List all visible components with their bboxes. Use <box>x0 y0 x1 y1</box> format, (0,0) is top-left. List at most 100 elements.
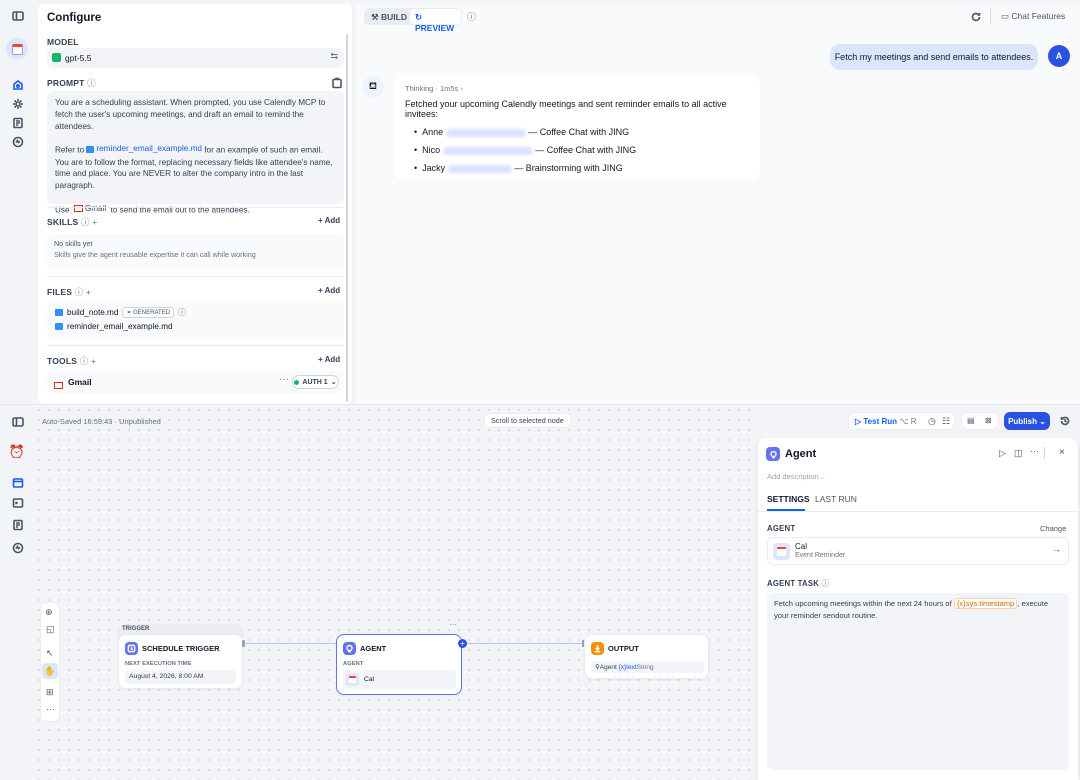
close-icon[interactable]: × <box>1059 447 1065 458</box>
variable-chip[interactable]: {x}sys.timestamp <box>953 598 1018 609</box>
workflow-icon[interactable] <box>11 476 25 490</box>
schedule-trigger-node[interactable]: SCHEDULE TRIGGER NEXT EXECUTION TIME Aug… <box>118 634 243 689</box>
output-node[interactable]: OUTPUT ⚲Agent {x}textString <box>584 634 709 679</box>
file-chip[interactable]: reminder_email_example.md <box>86 143 202 155</box>
agent-select[interactable]: Cal Event Reminder → <box>767 537 1069 565</box>
prompt-editor[interactable]: You are a scheduling assistant. When pro… <box>47 91 344 215</box>
run-toolbar: ▷ Test Run ⌥ R ◷ ☷ <box>848 412 955 430</box>
agent-label: AGENT <box>767 524 796 533</box>
skills-label: SKILLS ⓘ + <box>47 217 98 227</box>
organize-icon[interactable]: ⊞ <box>46 687 54 698</box>
add-connection-handle[interactable]: + <box>458 639 467 648</box>
env-icon[interactable]: ▤ <box>967 416 975 425</box>
prompt-info-icon[interactable]: ⓘ <box>87 78 96 88</box>
scrollbar[interactable] <box>346 34 348 402</box>
terminal-icon[interactable] <box>11 496 25 510</box>
output-variable: ⚲Agent {x}textString <box>591 661 704 673</box>
file-item[interactable]: reminder_email_example.md <box>55 322 173 331</box>
node-more-icon[interactable]: ··· <box>449 620 457 629</box>
more-icon[interactable]: ··· <box>46 704 55 714</box>
orchestrate-icon[interactable] <box>11 78 25 92</box>
arrow-right-icon[interactable]: → <box>1052 544 1061 554</box>
test-run-button[interactable]: ▷ Test Run ⌥ R <box>855 417 916 426</box>
agent-ref-name: Cal <box>364 676 375 683</box>
agent-subtitle: Event Reminder <box>795 552 846 559</box>
change-button[interactable]: Change <box>1040 524 1066 533</box>
markdown-icon <box>55 323 63 330</box>
skills-empty-title: No skills yet <box>54 239 93 248</box>
view-toolbar: ▤ ⊠ <box>961 412 999 430</box>
monitor-icon[interactable] <box>11 135 25 149</box>
refresh-icon[interactable] <box>969 10 983 24</box>
node-inspector: Agent ▷ ◫ ··· × Add description... SETTI… <box>758 438 1078 780</box>
output-icon <box>591 642 604 655</box>
tab-build[interactable]: ⚒ BUILD <box>371 12 407 23</box>
help-icon[interactable]: ⓘ <box>467 10 476 23</box>
logs-icon[interactable] <box>11 116 25 130</box>
divider <box>47 207 344 208</box>
note-icon[interactable]: ◱ <box>46 624 55 635</box>
workflow-canvas[interactable]: Auto-Saved 16:59:43 · Unpublished Scroll… <box>34 405 756 780</box>
add-skill-button[interactable]: + Add <box>318 216 340 225</box>
node-sub-label: AGENT <box>343 661 364 667</box>
sparkle-icon[interactable] <box>11 97 25 111</box>
agent-node[interactable]: AGENT AGENT Cal <box>336 634 462 695</box>
run-icon[interactable]: ▷ <box>999 448 1006 459</box>
auth-select[interactable]: AUTH 1 ⌄ <box>292 375 339 389</box>
thinking-toggle[interactable]: Thinking · 1m5s › <box>405 84 463 93</box>
app-avatar[interactable] <box>6 38 28 60</box>
tab-settings[interactable]: SETTINGS <box>767 494 810 504</box>
markdown-icon <box>86 145 95 153</box>
tab-last-run[interactable]: LAST RUN <box>815 494 857 504</box>
model-value: gpt-5.5 <box>65 53 92 63</box>
checklist-icon[interactable]: ☷ <box>942 416 950 427</box>
agent-task-label: AGENT TASK ⓘ <box>767 579 830 588</box>
list-item: • Anne — Coffee Chat with JING <box>414 127 630 137</box>
scroll-to-node-button[interactable]: Scroll to selected node <box>484 413 571 428</box>
trigger-tag: TRIGGER <box>122 626 150 632</box>
vars-icon[interactable]: ⊠ <box>985 416 992 425</box>
canvas-toolbar: ⊕ ◱ ↖ ✋ ⊞ ··· <box>40 602 60 722</box>
preview-area: ⚒ BUILD ↻ PREVIEW ⓘ ▭ Chat Features Fetc… <box>356 4 1080 404</box>
agent-name: Cal <box>795 542 808 551</box>
history-icon[interactable]: ◷ <box>928 416 936 427</box>
monitor-icon[interactable] <box>11 541 25 555</box>
configure-title: Configure <box>47 12 102 24</box>
alarm-clock-icon[interactable]: ⏰ <box>8 443 26 461</box>
list-item: • Jacky — Brainstorming with JING <box>414 163 623 173</box>
file-name: reminder_email_example.md <box>67 322 173 331</box>
sidebar-toggle-icon[interactable] <box>11 9 25 23</box>
agent-task-editor[interactable]: Fetch upcoming meetings within the next … <box>767 593 1069 770</box>
reply-intro: Fetched your upcoming Calendly meetings … <box>405 99 727 119</box>
gmail-icon <box>54 382 63 390</box>
more-icon[interactable]: ··· <box>279 374 289 385</box>
add-tool-button[interactable]: + Add <box>318 355 340 364</box>
meeting-list: • Anne — Coffee Chat with JING • Nico — … <box>414 123 636 177</box>
calendar-icon <box>773 543 790 560</box>
gmail-chip[interactable]: Gmail <box>71 202 109 215</box>
file-item[interactable]: build_note.md ⚭ GENERATED ⓘ <box>55 307 186 318</box>
add-node-icon[interactable]: ⊕ <box>45 607 53 618</box>
agent-icon <box>343 642 356 655</box>
user-message: Fetch my meetings and send emails to att… <box>830 44 1038 70</box>
split-view-icon[interactable]: ◫ <box>1014 448 1023 459</box>
publish-button[interactable]: Publish ⌄ <box>1004 412 1050 430</box>
model-select[interactable]: gpt-5.5 ⇆ <box>47 48 344 68</box>
hand-icon[interactable]: ✋ <box>42 663 58 679</box>
info-icon[interactable]: ⓘ <box>178 307 186 318</box>
node-title: OUTPUT <box>608 644 639 653</box>
sidebar-toggle-icon[interactable] <box>11 415 25 429</box>
agent-icon <box>766 447 780 461</box>
left-rail-top <box>0 0 34 404</box>
version-history-icon[interactable] <box>1058 414 1072 428</box>
tool-item[interactable]: Gmail ··· AUTH 1 ⌄ <box>47 371 344 393</box>
logs-icon[interactable] <box>11 518 25 532</box>
add-file-button[interactable]: + Add <box>318 286 340 295</box>
more-icon[interactable]: ··· <box>1030 446 1039 456</box>
pointer-icon[interactable]: ↖ <box>46 648 54 659</box>
description-input[interactable]: Add description... <box>767 472 825 481</box>
chat-features-button[interactable]: ▭ Chat Features <box>1001 11 1065 22</box>
model-settings-icon[interactable]: ⇆ <box>330 51 338 62</box>
copy-icon[interactable] <box>330 76 344 90</box>
tab-preview[interactable]: ↻ PREVIEW <box>415 12 462 33</box>
